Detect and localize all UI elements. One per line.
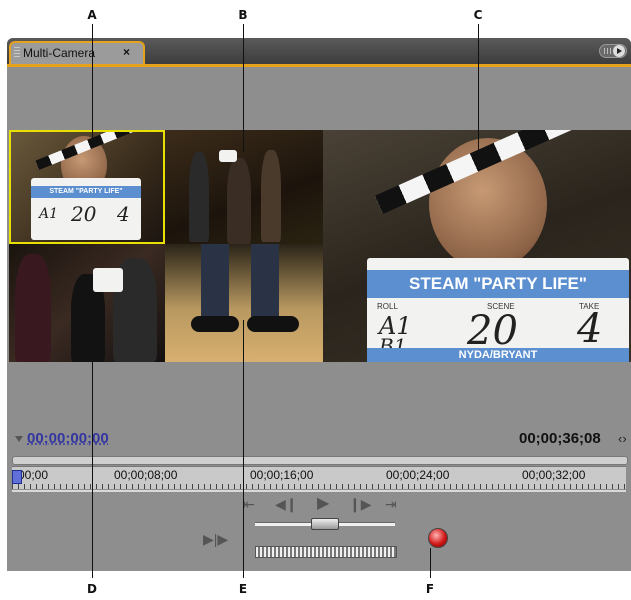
time-ruler[interactable]: 00;00 00;00;08;00 00;00;16;00 00;00;24;0… [12,466,626,489]
tab-title: Multi-Camera [23,46,96,60]
ruler-label: 00;00 [18,468,49,482]
multi-camera-panel: Multi-Camera × STEAM "PARTY LIFE" A1 20 … [7,38,631,571]
callout-a: A [87,8,97,22]
actor-shoe [191,316,239,332]
panel-menu-button[interactable] [599,44,627,58]
clapper-take: 4 [577,306,603,352]
play-icon[interactable]: ▶ [317,496,329,512]
go-to-in-point-icon[interactable]: ⇤ [243,497,255,511]
clapper-board-small [93,268,123,292]
go-to-out-point-icon[interactable]: ⇥ [385,497,397,511]
clapper-board: STEAM "PARTY LIFE" ROLL SCENE TAKE A1 B1… [367,258,629,362]
leader-line-f [430,548,431,578]
callout-f: F [425,582,435,596]
leader-line-a [92,24,93,144]
leader-line-d [92,320,93,578]
program-monitor[interactable]: STEAM "PARTY LIFE" ROLL SCENE TAKE A1 B1… [323,130,631,362]
callout-d: D [87,582,97,596]
camera-4-viewer[interactable] [165,244,323,362]
selected-camera-outline [9,130,165,244]
ruler-label: 00;00;32;00 [522,468,586,482]
crew-figure [189,152,209,242]
panel-menu-arrow-icon[interactable] [613,45,625,57]
ruler-bottom-rule [12,490,626,492]
ruler-label: 00;00;16;00 [250,468,314,482]
clapper-director: NYDA/BRYANT [367,348,629,362]
shuttle-knob[interactable] [311,518,339,530]
callout-c: C [473,8,483,22]
step-back-icon[interactable]: ◀❙ [275,497,298,511]
tab-underline [7,64,631,67]
step-forward-icon[interactable]: ❙▶ [349,497,372,511]
tab-multi-camera[interactable]: Multi-Camera × [9,41,145,64]
close-icon[interactable]: × [123,45,130,59]
play-in-to-out-icon[interactable]: ▶|▶ [203,532,228,546]
ruler-label: 00;00;08;00 [114,468,178,482]
leader-line-b [243,24,244,152]
camera-3-viewer[interactable] [9,244,165,362]
clapper-roll-label: ROLL [377,302,398,311]
playhead-icon[interactable] [12,470,22,484]
tab-grip-icon[interactable] [14,47,20,59]
ruler-label: 00;00;24;00 [386,468,450,482]
panel-nav-arrows-icon[interactable]: ‹› [618,431,627,446]
grip-icon [604,48,612,54]
callout-b: B [238,8,248,22]
callout-e: E [238,582,248,596]
timecode-menu-triangle-icon[interactable] [15,436,23,442]
clapper-production: STEAM "PARTY LIFE" [367,270,629,298]
duration-timecode: 00;00;36;08 [519,430,601,447]
camera-2-viewer[interactable] [165,130,323,244]
record-icon[interactable] [428,528,448,548]
clapper-board-small [219,150,237,162]
actor-figure [15,254,51,362]
ruler-ticks [12,484,626,489]
actor-figure [227,158,251,244]
actor-shoe [247,316,299,332]
leader-line-e [243,320,244,578]
actor-figure [261,150,281,242]
panel-tab-bar: Multi-Camera × [7,38,631,64]
actor-legs [251,244,279,322]
current-timecode[interactable]: 00;00;00;00 [27,430,109,447]
leader-line-c [478,24,479,154]
actor-legs [201,244,229,322]
zoom-scrollbar[interactable] [12,456,628,465]
jog-wheel[interactable] [255,546,397,558]
